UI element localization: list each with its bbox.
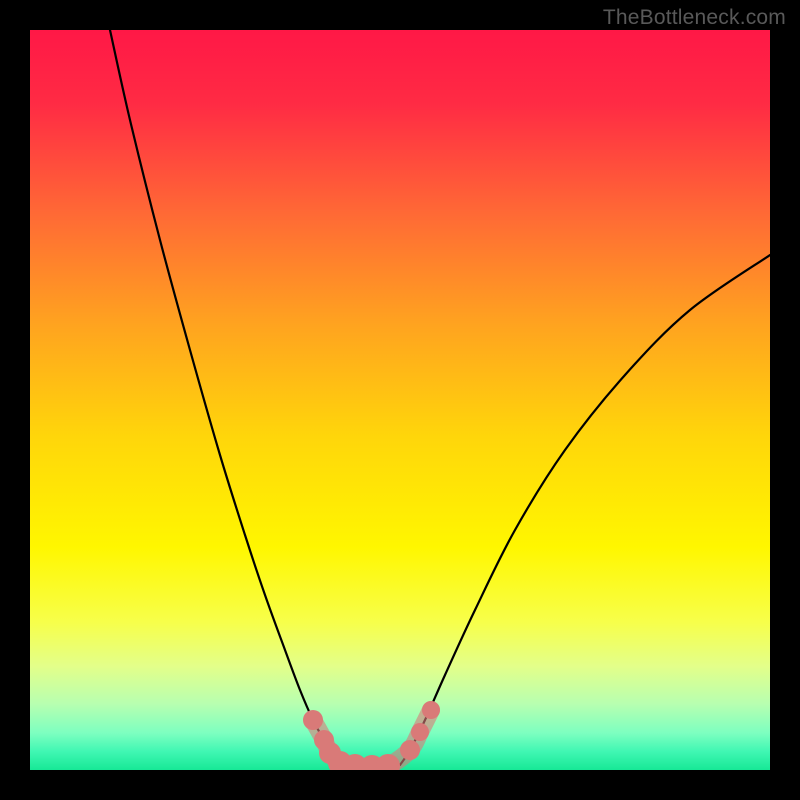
series-right-curve [400,255,770,765]
bead-marker [303,710,323,730]
series-left-curve [110,30,340,765]
watermark-text: TheBottleneck.com [603,6,786,30]
series-group [110,30,770,765]
bead-marker [422,701,440,719]
bead-marker [411,723,429,741]
bead-marker [400,740,420,760]
chart-curves [30,30,770,770]
marker-group [303,701,440,770]
chart-frame [30,30,770,770]
